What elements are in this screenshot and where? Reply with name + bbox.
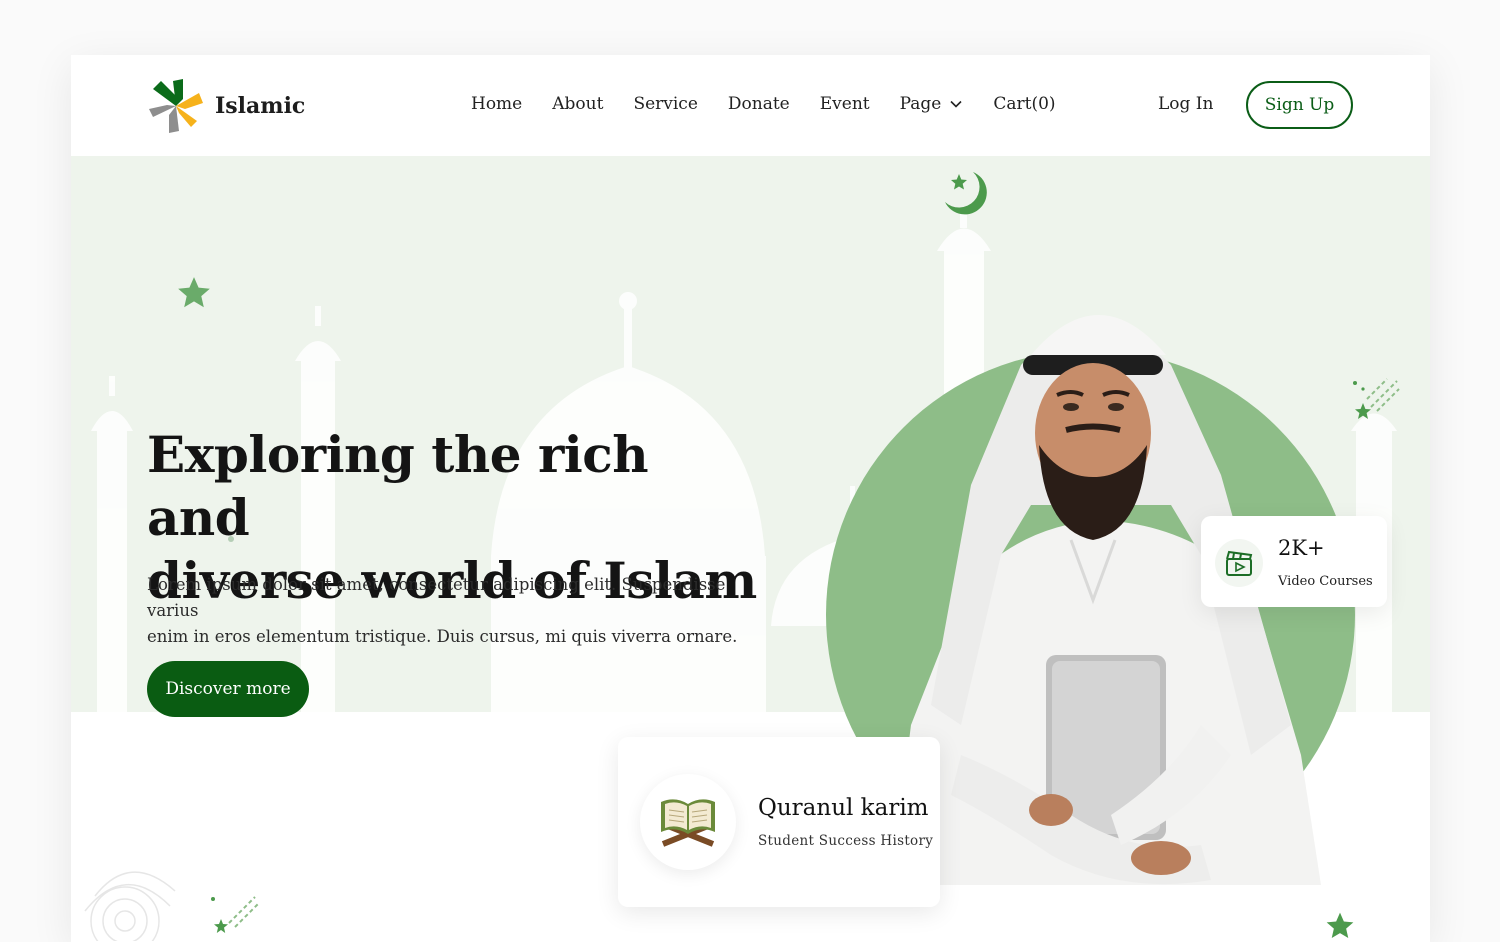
main-nav: Home About Service Donate Event Page Car… xyxy=(471,94,1086,114)
quran-card: Quranul karim Student Success History xyxy=(618,737,940,907)
hero-description-line-2: enim in eros elementum tristique. Duis c… xyxy=(147,627,738,646)
courses-count: 2K+ xyxy=(1278,536,1325,560)
star-icon xyxy=(178,277,210,308)
nav-event[interactable]: Event xyxy=(820,94,870,114)
video-courses-card: 2K+ Video Courses xyxy=(1201,516,1387,607)
shooting-stars-icon xyxy=(1353,378,1400,419)
quran-subtitle: Student Success History xyxy=(758,833,934,849)
discover-more-button[interactable]: Discover more xyxy=(147,661,309,717)
nav-about[interactable]: About xyxy=(552,94,603,114)
landing-page: Islamic Home About Service Donate Event … xyxy=(71,55,1430,942)
hero-title-line-1: Exploring the rich and xyxy=(147,425,649,547)
video-clapper-icon xyxy=(1215,539,1263,587)
login-link[interactable]: Log In xyxy=(1158,94,1213,114)
star-icon xyxy=(1326,912,1354,938)
nav-page-label: Page xyxy=(899,94,942,114)
signup-button[interactable]: Sign Up xyxy=(1246,81,1353,129)
hero-description: Lorem ipsum dolor sit amet, consectetur … xyxy=(147,572,767,650)
quran-title: Quranul karim xyxy=(758,795,929,821)
nav-page-dropdown[interactable]: Page xyxy=(900,94,964,114)
nav-home[interactable]: Home xyxy=(471,94,522,114)
nav-cart[interactable]: Cart(0) xyxy=(993,94,1055,114)
brand-logo[interactable]: Islamic xyxy=(147,77,305,135)
open-quran-book-icon xyxy=(640,774,736,870)
chevron-down-icon xyxy=(950,100,962,108)
courses-label: Video Courses xyxy=(1278,574,1373,589)
shooting-stars-icon xyxy=(211,896,260,933)
nav-donate[interactable]: Donate xyxy=(728,94,790,114)
site-header: Islamic Home About Service Donate Event … xyxy=(71,55,1430,156)
brand-name: Islamic xyxy=(215,93,306,119)
pinwheel-logo-icon xyxy=(149,79,203,133)
hero-description-line-1: Lorem ipsum dolor sit amet, consectetur … xyxy=(147,575,726,620)
nav-service[interactable]: Service xyxy=(633,94,697,114)
crescent-moon-star-icon xyxy=(945,172,987,215)
floral-ornament-icon xyxy=(84,871,176,941)
